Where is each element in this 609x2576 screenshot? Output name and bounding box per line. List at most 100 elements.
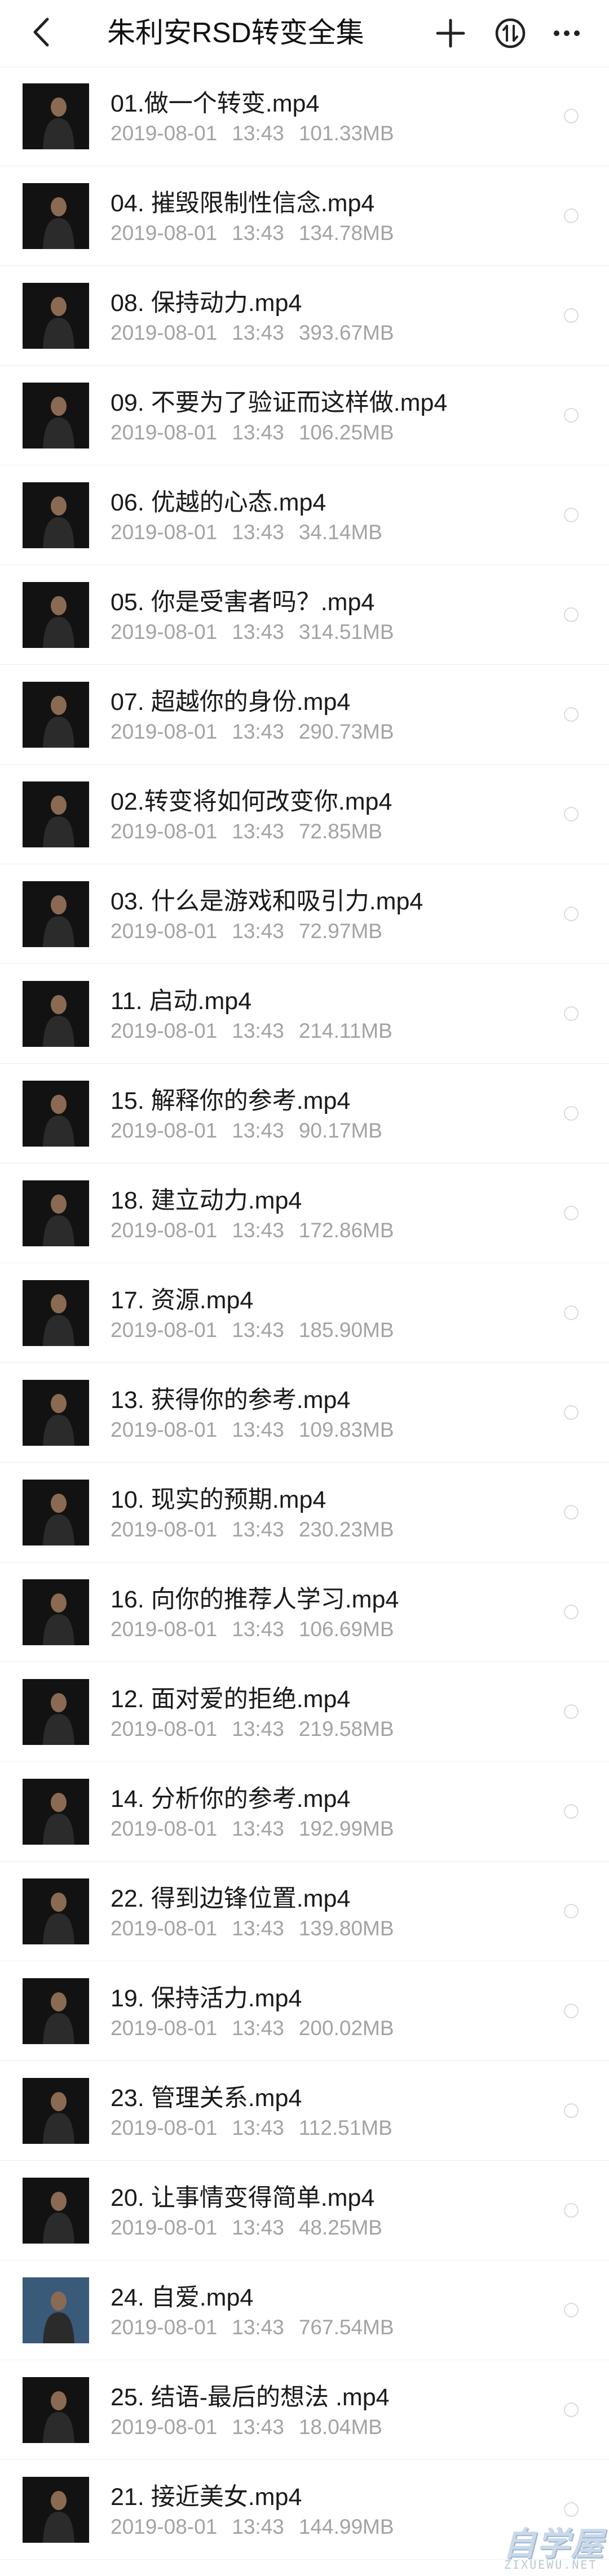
file-meta: 2019-08-01 13:43 230.23MB: [111, 1517, 409, 1543]
file-list: 01.做一个转变.mp4 2019-08-01 13:43 101.33MB 04.…: [0, 66, 609, 2560]
more-button[interactable]: [546, 12, 588, 54]
file-date: 2019-08-01: [111, 2515, 218, 2538]
select-radio[interactable]: [564, 408, 579, 423]
person-thumbnail-icon: [43, 1194, 74, 1246]
select-radio[interactable]: [564, 2303, 579, 2317]
select-radio[interactable]: [564, 1904, 579, 1918]
file-row[interactable]: 05. 你是受害者吗？.mp4 2019-08-01 13:43 314.51MB: [0, 565, 609, 665]
file-row[interactable]: 02.转变将如何改变你.mp4 2019-08-01 13:43 72.85MB: [0, 765, 609, 864]
file-row[interactable]: 06. 优越的心态.mp4 2019-08-01 13:43 34.14MB: [0, 465, 609, 565]
file-size: 48.25MB: [298, 2216, 382, 2239]
file-date: 2019-08-01: [111, 720, 218, 743]
file-time: 13:43: [232, 421, 284, 444]
file-row[interactable]: 16. 向你的推荐人学习.mp4 2019-08-01 13:43 106.69MB: [0, 1562, 609, 1662]
file-row[interactable]: 18. 建立动力.mp4 2019-08-01 13:43 172.86MB: [0, 1163, 609, 1263]
file-meta: 2019-08-01 13:43 144.99MB: [111, 2514, 409, 2540]
file-row[interactable]: 04. 摧毁限制性信念.mp4 2019-08-01 13:43 134.78MB: [0, 166, 609, 266]
select-radio[interactable]: [564, 1704, 579, 1719]
file-meta: 2019-08-01 13:43 192.99MB: [111, 1816, 409, 1842]
file-row[interactable]: 07. 超越你的身份.mp4 2019-08-01 13:43 290.73MB: [0, 665, 609, 765]
file-row[interactable]: 24. 自爱.mp4 2019-08-01 13:43 767.54MB: [0, 2260, 609, 2360]
select-radio[interactable]: [564, 508, 579, 522]
person-thumbnail-icon: [43, 1593, 74, 1645]
file-name: 12. 面对爱的拒绝.mp4: [111, 1686, 351, 1713]
select-radio[interactable]: [564, 2004, 579, 2018]
select-radio[interactable]: [564, 2103, 579, 2118]
file-meta: 2019-08-01 13:43 134.78MB: [111, 220, 409, 246]
select-radio[interactable]: [564, 1206, 579, 1220]
select-radio[interactable]: [564, 2203, 579, 2218]
file-name: 04. 摧毁限制性信念.mp4: [111, 190, 375, 217]
file-row[interactable]: 01.做一个转变.mp4 2019-08-01 13:43 101.33MB: [0, 66, 609, 166]
file-time: 13:43: [232, 720, 284, 743]
person-thumbnail-icon: [43, 1893, 74, 1944]
file-size: 72.97MB: [298, 920, 382, 943]
select-radio[interactable]: [564, 308, 579, 323]
file-row[interactable]: 19. 保持活力.mp4 2019-08-01 13:43 200.02MB: [0, 1961, 609, 2061]
file-row[interactable]: 23. 管理关系.mp4 2019-08-01 13:43 112.51MB: [0, 2061, 609, 2161]
file-name: 19. 保持活力.mp4: [111, 1985, 302, 2012]
video-thumbnail: [23, 283, 89, 349]
file-size: 34.14MB: [298, 521, 382, 544]
select-radio[interactable]: [564, 607, 579, 622]
file-time: 13:43: [232, 1518, 284, 1541]
person-thumbnail-icon: [43, 796, 74, 847]
video-thumbnail: [23, 881, 89, 947]
select-radio[interactable]: [564, 1305, 579, 1320]
person-thumbnail-icon: [43, 1693, 74, 1745]
file-size: 767.54MB: [298, 2316, 394, 2339]
select-radio[interactable]: [564, 1505, 579, 1520]
more-icon: [554, 30, 580, 36]
file-row[interactable]: 12. 面对爱的拒绝.mp4 2019-08-01 13:43 219.58MB: [0, 1662, 609, 1762]
file-name: 13. 获得你的参考.mp4: [111, 1387, 351, 1414]
select-radio[interactable]: [564, 707, 579, 722]
select-radio[interactable]: [564, 1605, 579, 1619]
select-radio[interactable]: [564, 2402, 579, 2417]
file-size: 90.17MB: [298, 1119, 382, 1142]
file-row[interactable]: 08. 保持动力.mp4 2019-08-01 13:43 393.67MB: [0, 266, 609, 366]
person-thumbnail-icon: [43, 197, 74, 249]
file-row[interactable]: 25. 结语-最后的想法 .mp4 2019-08-01 13:43 18.04MB: [0, 2360, 609, 2460]
file-row[interactable]: 20. 让事情变得简单.mp4 2019-08-01 13:43 48.25MB: [0, 2161, 609, 2260]
person-thumbnail-icon: [43, 2092, 74, 2144]
select-radio[interactable]: [564, 2502, 579, 2517]
sort-button[interactable]: [489, 12, 531, 54]
select-radio[interactable]: [564, 1106, 579, 1121]
file-size: 18.04MB: [298, 2415, 382, 2439]
file-row[interactable]: 14. 分析你的参考.mp4 2019-08-01 13:43 192.99MB: [0, 1762, 609, 1862]
file-time: 13:43: [232, 1917, 284, 1940]
select-radio[interactable]: [564, 1405, 579, 1420]
person-thumbnail-icon: [43, 1394, 74, 1446]
watermark: 自学屋 ZIXUEWU.NET: [496, 2517, 603, 2574]
select-radio[interactable]: [564, 1006, 579, 1021]
file-time: 13:43: [232, 620, 284, 643]
file-row[interactable]: 09. 不要为了验证而这样做.mp4 2019-08-01 13:43 106.25…: [0, 366, 609, 465]
select-radio[interactable]: [564, 1804, 579, 1819]
file-name: 06. 优越的心态.mp4: [111, 489, 326, 516]
select-radio[interactable]: [564, 109, 579, 123]
file-date: 2019-08-01: [111, 1019, 218, 1042]
file-time: 13:43: [232, 1717, 284, 1740]
file-row[interactable]: 11. 启动.mp4 2019-08-01 13:43 214.11MB: [0, 964, 609, 1064]
file-row[interactable]: 10. 现实的预期.mp4 2019-08-01 13:43 230.23MB: [0, 1463, 609, 1562]
file-row[interactable]: 17. 资源.mp4 2019-08-01 13:43 185.90MB: [0, 1263, 609, 1363]
file-row[interactable]: 15. 解释你的参考.mp4 2019-08-01 13:43 90.17MB: [0, 1064, 609, 1163]
select-radio[interactable]: [564, 208, 579, 223]
select-radio[interactable]: [564, 807, 579, 821]
video-thumbnail: [23, 2477, 89, 2543]
file-time: 13:43: [232, 321, 284, 344]
file-row[interactable]: 03. 什么是游戏和吸引力.mp4 2019-08-01 13:43 72.97MB: [0, 864, 609, 964]
file-size: 112.51MB: [298, 2116, 392, 2139]
file-name: 09. 不要为了验证而这样做.mp4: [111, 389, 448, 416]
file-row[interactable]: 13. 获得你的参考.mp4 2019-08-01 13:43 109.83MB: [0, 1363, 609, 1463]
file-row[interactable]: 22. 得到边锋位置.mp4 2019-08-01 13:43 139.80MB: [0, 1862, 609, 1961]
select-radio[interactable]: [564, 907, 579, 921]
file-size: 109.83MB: [298, 1418, 394, 1441]
back-button[interactable]: [23, 12, 62, 52]
file-size: 106.25MB: [298, 421, 394, 444]
person-thumbnail-icon: [43, 1095, 74, 1147]
file-date: 2019-08-01: [111, 2415, 218, 2439]
add-button[interactable]: [430, 12, 471, 54]
file-date: 2019-08-01: [111, 1917, 218, 1940]
file-time: 13:43: [232, 521, 284, 544]
